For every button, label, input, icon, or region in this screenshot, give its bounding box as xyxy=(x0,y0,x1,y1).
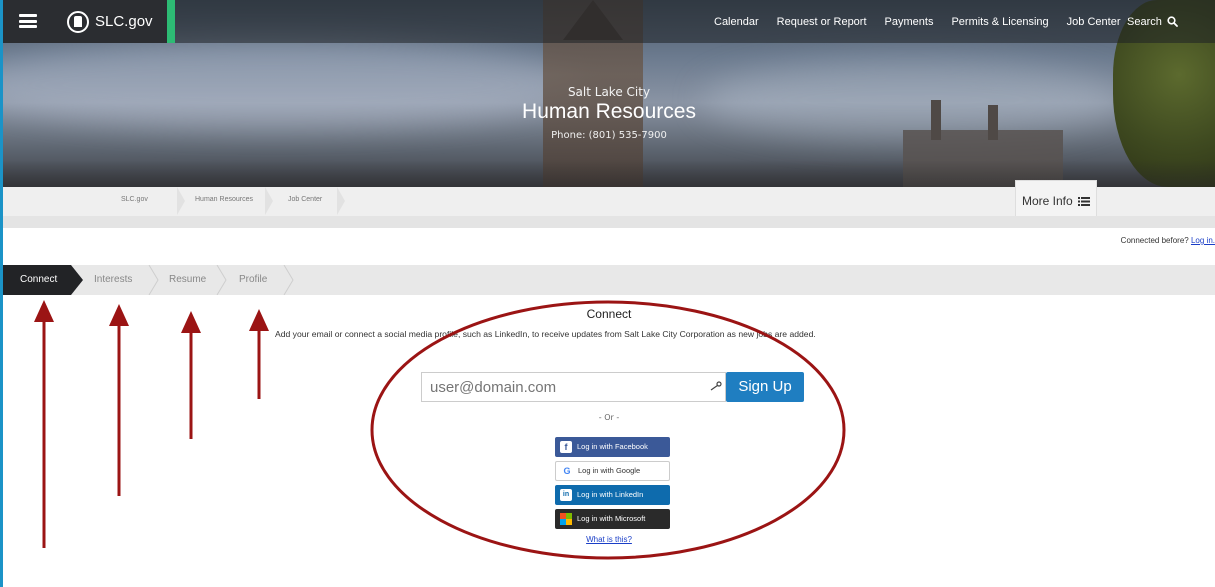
highlight-ellipse xyxy=(370,300,846,560)
arrow-interests xyxy=(109,304,129,496)
arrow-resume xyxy=(181,311,201,439)
annotation-overlay xyxy=(34,300,846,560)
arrow-profile xyxy=(249,309,269,399)
page: Salt Lake City Human Resources Phone: (8… xyxy=(0,0,1215,587)
arrow-connect xyxy=(34,300,54,548)
